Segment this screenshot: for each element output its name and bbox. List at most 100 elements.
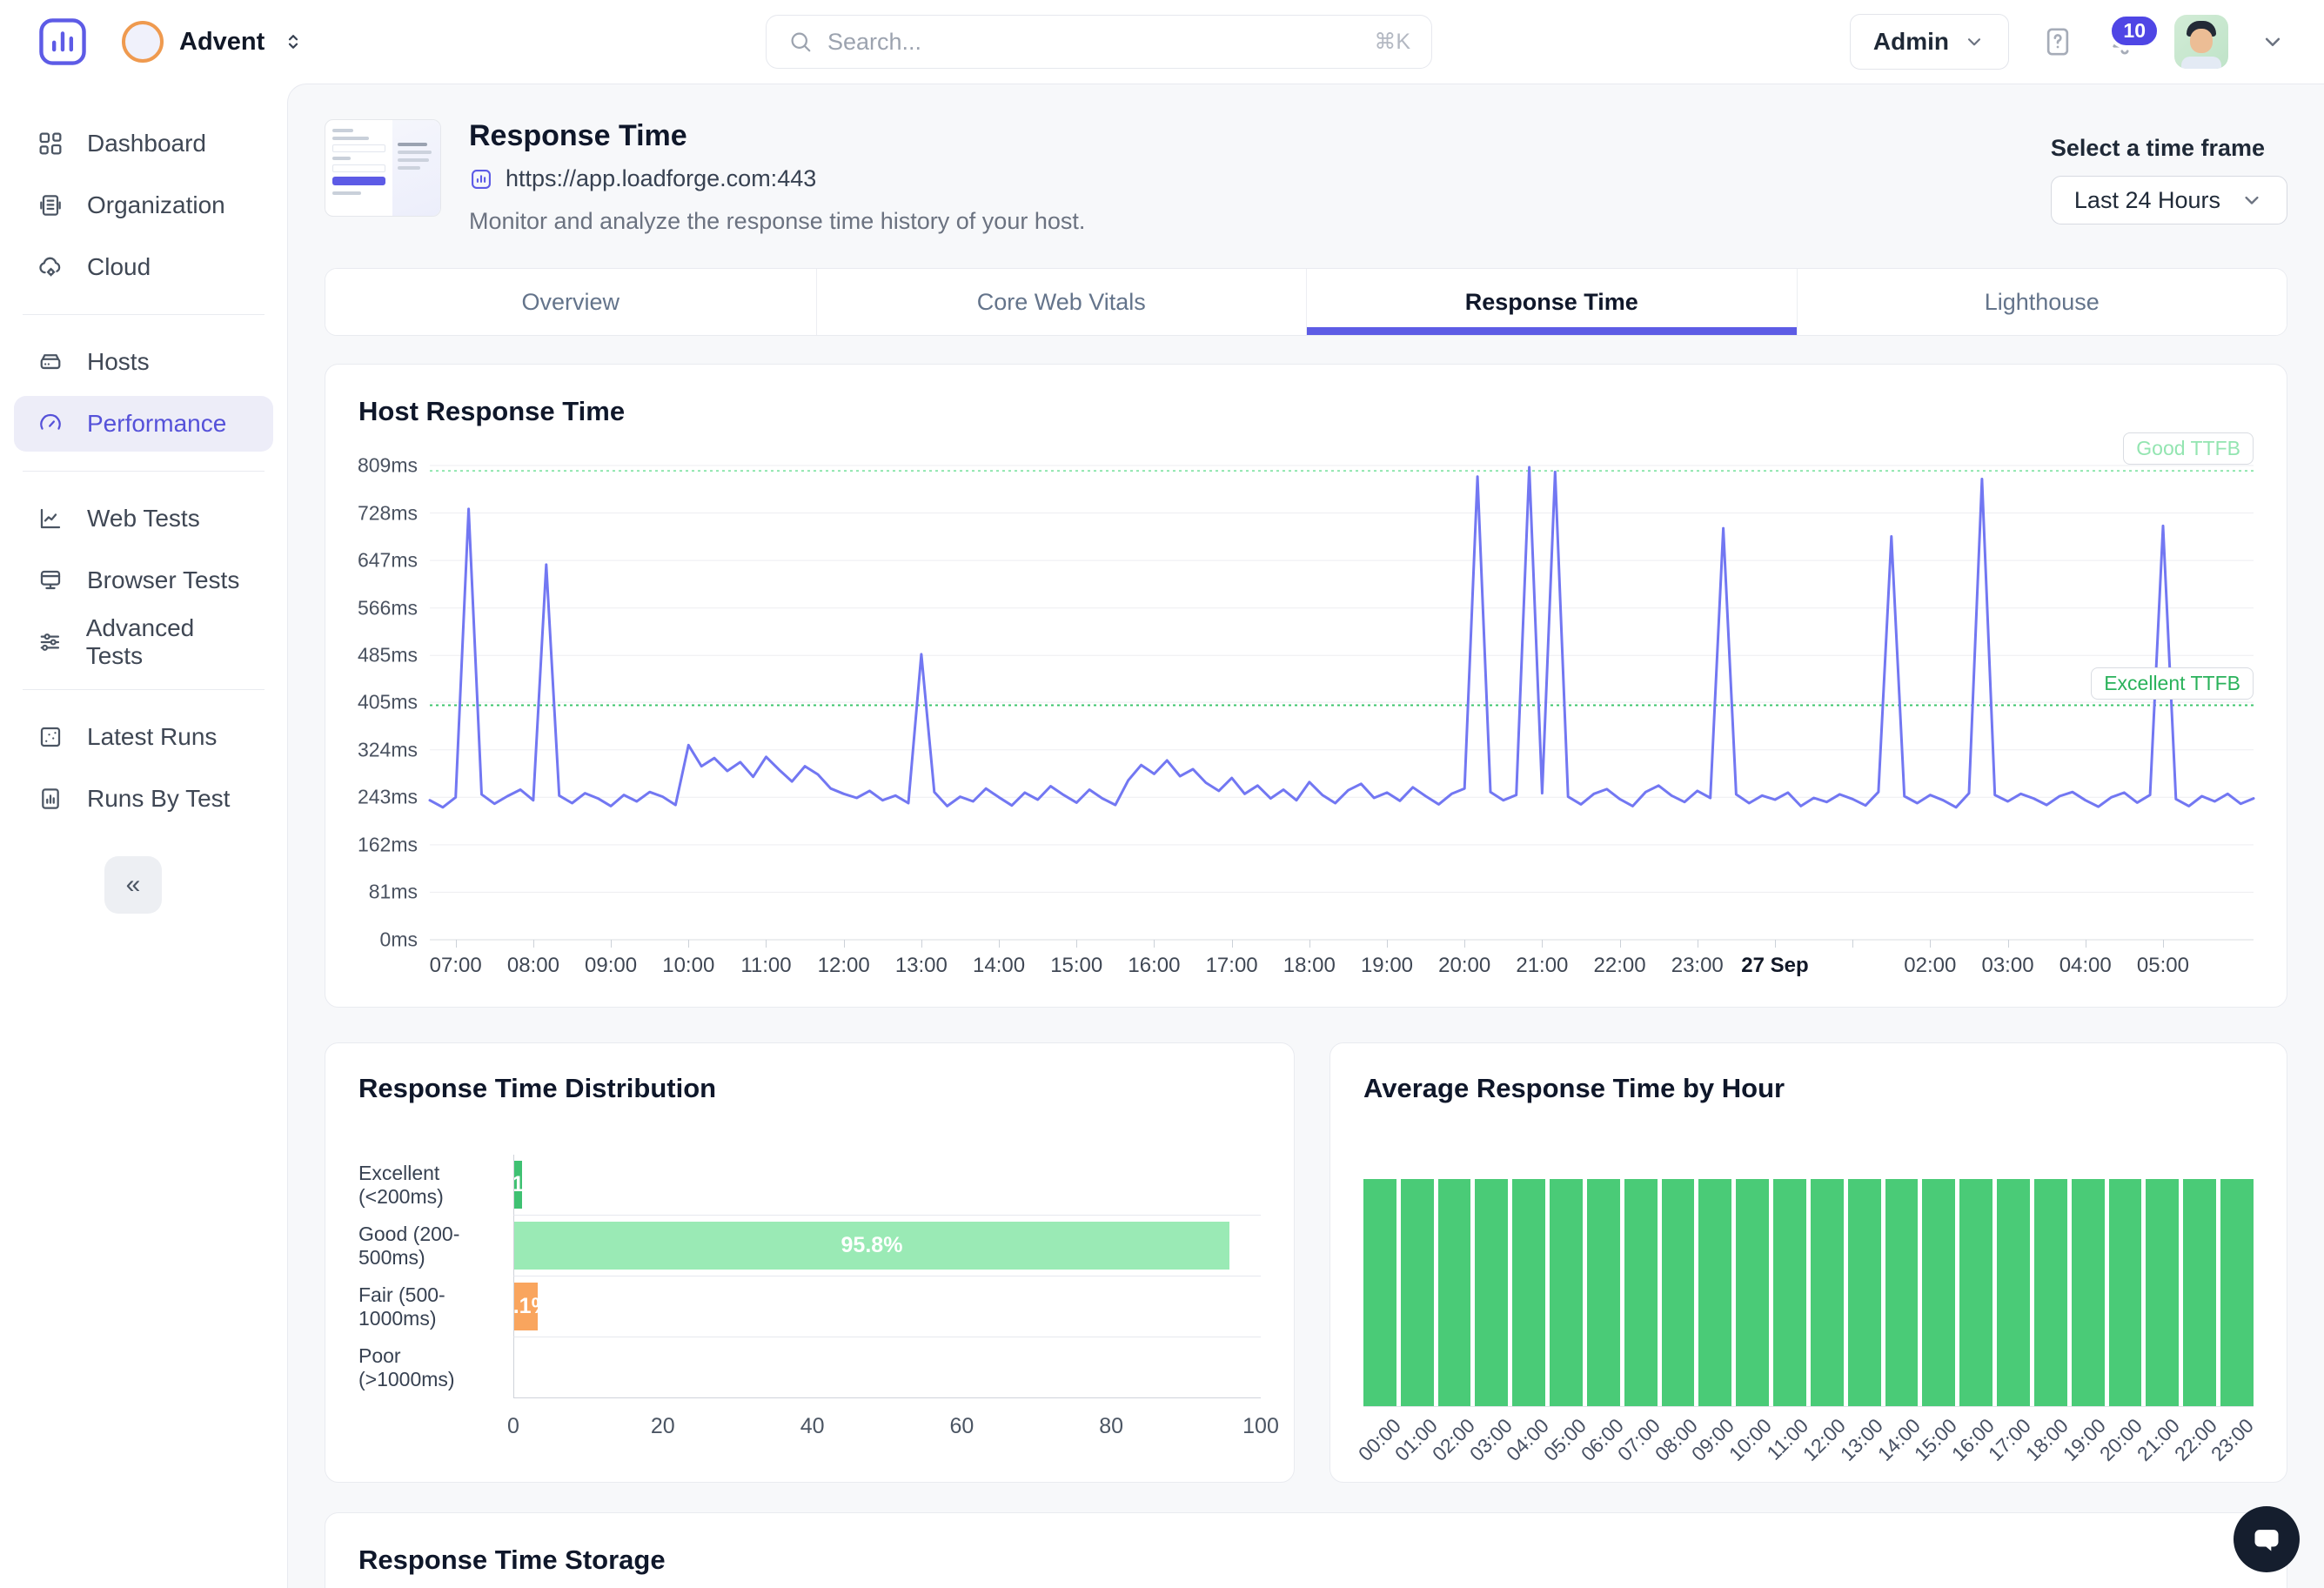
sidebar-item-label: Cloud [87, 253, 151, 281]
x-tick-label: 22:00 [1594, 954, 1646, 978]
hourly-x-tick-label: 08:00 [1651, 1414, 1703, 1466]
line-chart-svg [430, 466, 2254, 940]
hourly-x-tick-label: 06:00 [1576, 1414, 1628, 1466]
x-tick-mark [1852, 940, 1853, 948]
org-switcher[interactable]: Advent [122, 21, 306, 63]
hourly-x-tick-label: 09:00 [1687, 1414, 1739, 1466]
x-tick-mark [844, 940, 845, 948]
sidebar-collapse-button[interactable]: « [104, 856, 162, 914]
x-tick-label: 13:00 [895, 954, 948, 978]
help-button[interactable] [2040, 24, 2075, 59]
hourly-x-tick-label: 05:00 [1539, 1414, 1591, 1466]
sidebar-item-latest-runs[interactable]: Latest Runs [14, 709, 273, 765]
threshold-label-good-ttfb: Good TTFB [2123, 432, 2254, 465]
x-tick-label: 14:00 [973, 954, 1025, 978]
x-tick-label: 17:00 [1206, 954, 1258, 978]
organization-icon [37, 191, 64, 219]
sidebar-item-label: Dashboard [87, 130, 206, 157]
sidebar-item-hosts[interactable]: Hosts [14, 334, 273, 390]
y-tick-label: 162ms [358, 833, 418, 856]
thumbnail-login-pane [325, 120, 392, 216]
timeframe-select[interactable]: Last 24 Hours [2051, 176, 2287, 224]
x-tick-label: 15:00 [1050, 954, 1102, 978]
hourly-x-tick-label: 20:00 [2095, 1414, 2147, 1466]
x-tick-label: 10:00 [662, 954, 714, 978]
tab-response-time[interactable]: Response Time [1306, 269, 1797, 335]
tab-core-web-vitals[interactable]: Core Web Vitals [816, 269, 1307, 335]
search-input[interactable] [827, 29, 1360, 56]
sidebar-nav: Dashboard Organization Cloud Hosts Performan… [0, 116, 287, 827]
y-tick-label: 324ms [358, 738, 418, 761]
tab-overview[interactable]: Overview [325, 269, 816, 335]
x-tick-mark [766, 940, 767, 948]
hourly-bar-04:00 [1512, 1179, 1545, 1406]
distribution-track [513, 1337, 1261, 1398]
x-tick-mark [921, 940, 922, 948]
app-root: Advent ⌘K Admin [0, 0, 2324, 1588]
distribution-x-tick: 100 [1242, 1414, 1279, 1439]
hourly-bar-11:00 [1773, 1179, 1806, 1406]
notifications-button[interactable]: 10 [2106, 23, 2143, 60]
distribution-bar: 3.1% [514, 1283, 538, 1330]
x-tick-label: 19:00 [1361, 954, 1413, 978]
hourly-x-tick-label: 16:00 [1947, 1414, 1999, 1466]
distribution-chart: Excellent (<200ms)1.1%Good (200-500ms)95… [358, 1155, 1261, 1398]
sidebar-item-advanced-tests[interactable]: Advanced Tests [14, 614, 273, 670]
dashboard-icon [37, 130, 64, 157]
avg-response-by-hour-card: Average Response Time by Hour 00:0001:00… [1329, 1042, 2287, 1483]
x-tick-label: 05:00 [2137, 954, 2189, 978]
distribution-track: 95.8% [513, 1216, 1261, 1276]
distribution-category-label: Excellent (<200ms) [358, 1155, 513, 1216]
help-doc-icon [2040, 24, 2075, 59]
host-preview-thumbnail [325, 119, 441, 217]
hourly-bar-05:00 [1550, 1179, 1583, 1406]
user-menu-chevron[interactable] [2260, 29, 2286, 55]
runs-by-test-icon [37, 785, 64, 813]
sidebar-item-web-tests[interactable]: Web Tests [14, 491, 273, 546]
distribution-x-tick: 40 [800, 1414, 825, 1439]
hourly-x-tick-label: 23:00 [2207, 1414, 2259, 1466]
response-time-storage-card: Response Time Storage [325, 1512, 2287, 1588]
hourly-x-tick-label: 03:00 [1464, 1414, 1517, 1466]
app-logo[interactable] [35, 14, 90, 70]
hourly-bar-15:00 [1922, 1179, 1955, 1406]
hourly-bar-00:00 [1363, 1179, 1396, 1406]
distribution-x-axis: 020406080100 [513, 1398, 1261, 1438]
line-chart-y-axis: 0ms81ms162ms243ms324ms405ms485ms566ms647… [358, 466, 430, 940]
sidebar-item-cloud[interactable]: Cloud [14, 239, 273, 295]
x-tick-mark [1387, 940, 1388, 948]
main-content: Response Time https://app.loadforge.com:… [287, 84, 2324, 1588]
sidebar-item-browser-tests[interactable]: Browser Tests [14, 553, 273, 608]
sidebar-item-runs-by-test[interactable]: Runs By Test [14, 771, 273, 827]
org-avatar [122, 21, 164, 63]
sidebar-item-label: Organization [87, 191, 225, 219]
x-tick-mark [2163, 940, 2164, 948]
user-avatar[interactable] [2174, 15, 2228, 69]
response-time-distribution-card: Response Time Distribution Excellent (<2… [325, 1042, 1295, 1483]
hourly-x-axis: 00:0001:0002:0003:0004:0005:0006:0007:00… [1363, 1407, 2254, 1487]
hourly-x-tick-label: 14:00 [1872, 1414, 1925, 1466]
chat-widget-button[interactable] [2234, 1506, 2300, 1572]
sidebar-item-performance[interactable]: Performance [14, 396, 273, 452]
hourly-bar-18:00 [2034, 1179, 2067, 1406]
hourly-bar-08:00 [1662, 1179, 1695, 1406]
x-tick-label: 18:00 [1283, 954, 1336, 978]
sidebar-item-dashboard[interactable]: Dashboard [14, 116, 273, 171]
admin-menu-button[interactable]: Admin [1850, 14, 2009, 70]
hourly-x-tick-label: 18:00 [2021, 1414, 2073, 1466]
host-url-link[interactable]: https://app.loadforge.com:443 [469, 165, 1085, 192]
x-tick-label: 27 Sep [1741, 954, 1808, 978]
hourly-bar-21:00 [2146, 1179, 2179, 1406]
sidebar-item-label: Latest Runs [87, 723, 217, 751]
x-tick-mark [1775, 940, 1776, 948]
x-tick-mark [611, 940, 612, 948]
hourly-x-tick-label: 12:00 [1798, 1414, 1851, 1466]
sidebar-item-organization[interactable]: Organization [14, 178, 273, 233]
browser-tests-icon [37, 566, 64, 594]
hourly-x-tick-label: 17:00 [1984, 1414, 2036, 1466]
sidebar-item-label: Runs By Test [87, 785, 230, 813]
distribution-x-tick: 0 [507, 1414, 519, 1439]
sidebar-item-label: Web Tests [87, 505, 200, 533]
hourly-bar-07:00 [1624, 1179, 1658, 1406]
tab-lighthouse[interactable]: Lighthouse [1797, 269, 2287, 335]
